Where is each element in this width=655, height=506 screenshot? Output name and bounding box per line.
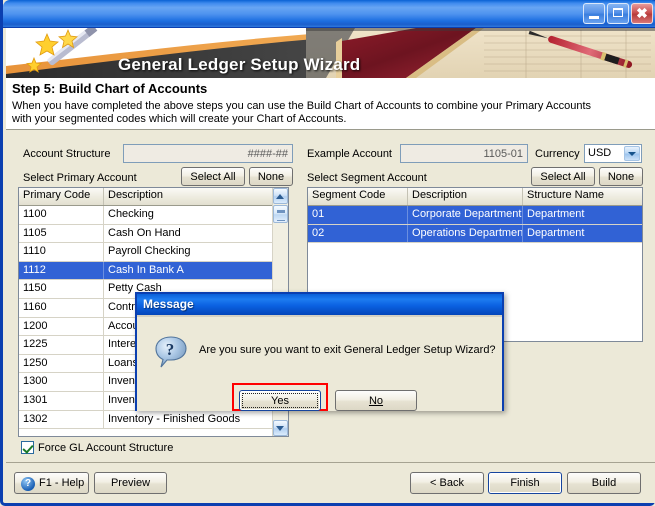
- minimize-button[interactable]: [583, 3, 605, 24]
- back-button[interactable]: < Back: [410, 472, 484, 494]
- build-label: Build: [591, 477, 617, 489]
- close-button[interactable]: ✖: [631, 3, 653, 24]
- primary-code-cell: 1200: [19, 317, 104, 336]
- question-mark-icon: ?: [21, 477, 35, 491]
- primary-code-cell: 1250: [19, 354, 104, 373]
- table-row[interactable]: 01 Corporate Department Department: [308, 206, 642, 225]
- finish-label: Finish: [510, 477, 540, 489]
- force-gl-structure-label: Force GL Account Structure: [38, 441, 174, 454]
- segment-description-cell: Operations Department: [408, 224, 523, 243]
- primary-code-cell: 1225: [19, 336, 104, 354]
- dialog-no-button[interactable]: No: [335, 390, 417, 411]
- dialog-no-label: No: [368, 394, 384, 407]
- segment-grid-header: Segment Code Description Structure Name: [308, 188, 642, 206]
- window-controls: ✖: [583, 3, 653, 24]
- example-account-field: 1105-01: [400, 144, 528, 163]
- segment-none-button[interactable]: None: [599, 167, 643, 186]
- segment-code-cell: 01: [308, 206, 408, 224]
- maximize-button[interactable]: [607, 3, 629, 24]
- segment-col-code: Segment Code: [308, 188, 408, 205]
- dialog-yes-button[interactable]: Yes: [239, 390, 321, 411]
- primary-code-cell: 1100: [19, 206, 104, 224]
- primary-description-cell: Inventory - Finished Goods: [108, 412, 241, 425]
- window-frame: ✖ General Ledger Setup Wizard Step 5: Bu…: [0, 0, 655, 506]
- back-label: < Back: [430, 477, 464, 489]
- primary-description-cell: Checking: [108, 208, 154, 220]
- currency-value: USD: [588, 147, 612, 159]
- table-row[interactable]: 1302 Inventory - Finished Goods: [19, 410, 288, 430]
- svg-text:?: ?: [166, 340, 175, 359]
- primary-code-cell: 1302: [19, 410, 104, 429]
- table-row[interactable]: 02 Operations Department Department: [308, 224, 642, 244]
- segment-none-label: None: [607, 170, 635, 183]
- close-icon: ✖: [636, 5, 648, 21]
- table-row[interactable]: 1100 Checking: [19, 206, 288, 225]
- primary-description-cell: Cash In Bank A: [108, 263, 184, 276]
- page-title: Step 5: Build Chart of Accounts: [12, 81, 208, 96]
- primary-none-label: None: [257, 170, 285, 183]
- primary-code-cell: 1112: [19, 261, 104, 280]
- primary-code-cell: 1150: [19, 280, 104, 298]
- dialog-title: Message: [137, 294, 502, 315]
- help-label: F1 - Help: [39, 477, 85, 489]
- step-description: When you have completed the above steps …: [12, 100, 592, 125]
- table-row[interactable]: 1105 Cash On Hand: [19, 224, 288, 244]
- help-button[interactable]: ? F1 - Help: [14, 472, 89, 494]
- segment-structure-cell: Department: [527, 208, 585, 220]
- footer-toolbar: ? F1 - Help Preview < Back Finish Build: [6, 462, 655, 503]
- table-row[interactable]: 1110 Payroll Checking: [19, 243, 288, 262]
- window-titlebar: ✖: [3, 0, 655, 28]
- wizard-banner: General Ledger Setup Wizard: [6, 28, 655, 78]
- segment-description-cell: Corporate Department: [408, 206, 523, 224]
- segment-grid-rows: 01 Corporate Department Department 02 Operat…: [308, 206, 642, 244]
- primary-description-cell: Payroll Checking: [108, 245, 191, 258]
- scrollbar-thumb[interactable]: [273, 205, 288, 223]
- minimize-icon: [589, 16, 599, 19]
- finish-button[interactable]: Finish: [488, 472, 562, 494]
- exit-confirmation-dialog: Message ? Are you sure you want to exit …: [135, 292, 504, 411]
- select-segment-account-label: Select Segment Account: [307, 172, 427, 184]
- table-row[interactable]: 1112 Cash In Bank A: [19, 261, 288, 281]
- dialog-yes-label: Yes: [271, 394, 289, 407]
- currency-select[interactable]: USD: [584, 144, 642, 163]
- segment-select-all-button[interactable]: Select All: [531, 167, 595, 186]
- segment-col-structure: Structure Name: [527, 189, 605, 201]
- maximize-icon: [613, 8, 623, 17]
- account-structure-label: Account Structure: [23, 148, 111, 160]
- account-structure-field: ####-##: [123, 144, 293, 163]
- force-gl-structure-checkbox[interactable]: Force GL Account Structure: [21, 441, 173, 454]
- segment-structure-cell: Department: [527, 226, 585, 239]
- scroll-up-icon[interactable]: [273, 188, 288, 204]
- scroll-down-icon[interactable]: [273, 420, 288, 436]
- primary-select-all-label: Select All: [190, 170, 236, 183]
- primary-col-code: Primary Code: [19, 188, 104, 205]
- example-account-label: Example Account: [307, 148, 392, 160]
- primary-col-description: Description: [108, 189, 164, 201]
- checkbox-checked-icon: [21, 441, 34, 454]
- preview-label: Preview: [110, 477, 151, 489]
- primary-none-button[interactable]: None: [249, 167, 293, 186]
- application-window: ✖ General Ledger Setup Wizard Step 5: Bu…: [0, 0, 655, 506]
- primary-description-cell: Cash On Hand: [108, 226, 181, 239]
- primary-code-cell: 1160: [19, 298, 104, 317]
- question-bubble-icon: ?: [155, 336, 187, 368]
- segment-select-all-label: Select All: [540, 170, 586, 183]
- segment-code-cell: 02: [308, 224, 408, 243]
- dialog-message: Are you sure you want to exit General Le…: [199, 344, 496, 356]
- build-button[interactable]: Build: [567, 472, 641, 494]
- chevron-down-icon[interactable]: [624, 146, 640, 161]
- step-header: Step 5: Build Chart of Accounts When you…: [6, 78, 655, 130]
- primary-code-cell: 1300: [19, 373, 104, 391]
- select-primary-account-label: Select Primary Account: [23, 172, 137, 184]
- preview-button[interactable]: Preview: [94, 472, 167, 494]
- primary-code-cell: 1110: [19, 243, 104, 261]
- dialog-body: ? Are you sure you want to exit General …: [137, 315, 502, 411]
- banner-title: General Ledger Setup Wizard: [118, 55, 361, 74]
- primary-grid-header: Primary Code Description: [19, 188, 288, 206]
- segment-col-description: Description: [408, 188, 523, 205]
- primary-code-cell: 1301: [19, 391, 104, 410]
- primary-select-all-button[interactable]: Select All: [181, 167, 245, 186]
- currency-label: Currency: [535, 148, 580, 160]
- primary-code-cell: 1105: [19, 224, 104, 243]
